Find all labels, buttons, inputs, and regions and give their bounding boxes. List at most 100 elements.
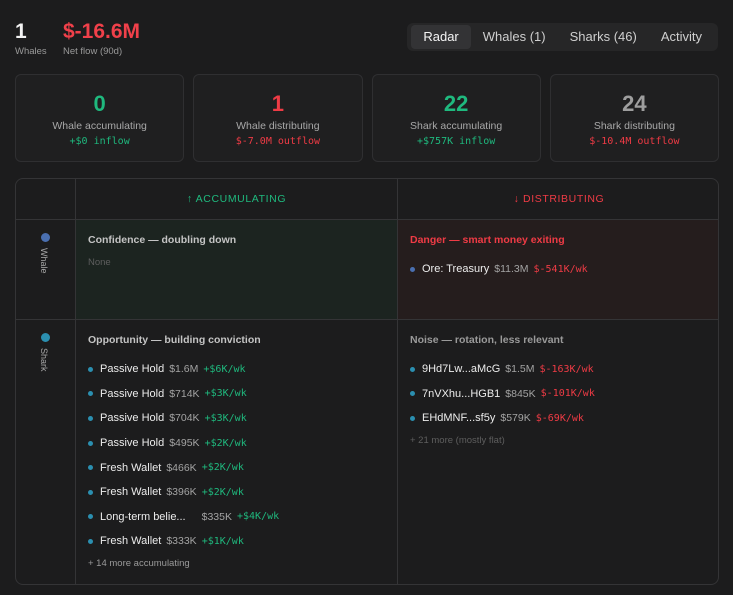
wallet-flow: $-101K/wk: [540, 388, 595, 400]
wallet-name: Passive Hold: [100, 363, 165, 376]
quadrant-shark-accumulating: Opportunity — building conviction Passiv…: [76, 320, 398, 584]
radar-matrix: ↑ ACCUMULATING ↓ DISTRIBUTING Whale Shar…: [15, 178, 719, 585]
more-link[interactable]: + 14 more accumulating: [88, 558, 385, 569]
wallet-flow: +$4K/wk: [236, 511, 280, 523]
card-sub: +$0 inflow: [69, 136, 130, 147]
bullet-icon: [88, 465, 93, 471]
bullet-icon: [88, 366, 93, 372]
bullet-icon: [88, 514, 93, 520]
wallet-name: Long-term belie...: [100, 510, 186, 523]
list-item[interactable]: EHdMNF...sf5y $579K $-69K/wk: [410, 406, 708, 431]
row-label-text: Shark: [39, 348, 49, 372]
wallet-amount: $335K: [201, 510, 232, 523]
empty-state: None: [88, 257, 111, 268]
wallet-name: Fresh Wallet: [100, 535, 162, 548]
card-title: Whale accumulating: [52, 120, 147, 132]
wallet-flow: +$2K/wk: [201, 462, 244, 474]
more-link[interactable]: + 21 more (mostly flat): [410, 435, 708, 446]
list-item[interactable]: Passive Hold $714K +$3K/wk: [88, 382, 385, 407]
net-flow-stat: $-16.6M Net flow (90d): [63, 20, 140, 57]
bullet-icon: [88, 489, 93, 495]
wallet-name: EHdMNF...sf5y: [422, 412, 496, 425]
wallet-amount: $396K: [166, 486, 197, 499]
wallet-flow: +$6K/wk: [203, 363, 246, 375]
wallet-amount: $466K: [166, 461, 197, 474]
list-item[interactable]: Ore: Treasury $11.3M $-541K/wk: [410, 257, 708, 282]
bullet-icon: [410, 366, 415, 372]
card-value: 22: [443, 91, 469, 116]
whales-count: 1: [15, 20, 27, 43]
tab-whales[interactable]: Whales (1): [471, 25, 558, 49]
list-item[interactable]: Passive Hold $1.6M +$6K/wk: [88, 357, 385, 382]
wallet-amount: $714K: [169, 387, 200, 400]
bullet-icon: [410, 391, 415, 397]
tab-radar[interactable]: Radar: [411, 25, 471, 49]
card-title: Whale distributing: [236, 120, 320, 132]
wallet-name: Fresh Wallet: [100, 486, 162, 499]
summary-header: 1 Whales $-16.6M Net flow (90d) Radar Wh…: [15, 20, 718, 64]
whale-dot-icon: [41, 233, 50, 242]
wallet-flow: $-163K/wk: [539, 363, 594, 375]
wallet-flow: $-541K/wk: [533, 263, 588, 275]
bullet-icon: [88, 538, 93, 544]
list-item[interactable]: 7nVXhu...HGB1 $845K $-101K/wk: [410, 382, 708, 407]
list-item[interactable]: Long-term belie... $335K +$4K/wk: [88, 505, 385, 530]
wallet-flow: +$2K/wk: [204, 437, 247, 449]
quadrant-title: Danger — smart money exiting: [410, 234, 565, 246]
net-flow-label: Net flow (90d): [63, 46, 123, 57]
quadrant-title: Noise — rotation, less relevant: [410, 334, 564, 346]
card-shark-distributing[interactable]: 24 Shark distributing $-10.4M outflow: [549, 74, 719, 162]
column-header-accumulating: ↑ ACCUMULATING: [76, 179, 398, 220]
wallet-name: Passive Hold: [100, 412, 165, 425]
wallet-name: 9Hd7Lw...aMcG: [422, 363, 501, 376]
list-item[interactable]: Fresh Wallet $333K +$1K/wk: [88, 529, 385, 554]
bullet-icon: [88, 391, 93, 397]
card-sub: $-10.4M outflow: [589, 136, 680, 147]
matrix-corner: [16, 179, 76, 220]
quadrant-shark-distributing: Noise — rotation, less relevant 9Hd7Lw..…: [398, 320, 718, 584]
row-label-text: Whale: [39, 248, 49, 274]
wallet-amount: $495K: [169, 437, 200, 450]
tab-activity[interactable]: Activity: [649, 25, 714, 49]
whales-label: Whales: [15, 46, 47, 57]
wallet-name: Fresh Wallet: [100, 461, 162, 474]
quadrant-whale-accumulating: Confidence — doubling down None: [76, 220, 398, 320]
view-tabs: Radar Whales (1) Sharks (46) Activity: [407, 23, 718, 51]
card-whale-distributing[interactable]: 1 Whale distributing $-7.0M outflow: [193, 74, 363, 162]
wallet-amount: $11.3M: [494, 263, 529, 276]
card-whale-accumulating[interactable]: 0 Whale accumulating +$0 inflow: [15, 74, 185, 162]
card-title: Shark distributing: [593, 120, 675, 132]
wallet-amount: $704K: [169, 412, 200, 425]
whales-stat: 1 Whales: [15, 20, 47, 57]
wallet-amount: $1.5M: [505, 363, 535, 376]
column-header-distributing: ↓ DISTRIBUTING: [398, 179, 718, 220]
list-item[interactable]: 9Hd7Lw...aMcG $1.5M $-163K/wk: [410, 357, 708, 382]
list-item[interactable]: Passive Hold $495K +$2K/wk: [88, 431, 385, 456]
wallet-name: 7nVXhu...HGB1: [422, 387, 501, 400]
bullet-icon: [88, 415, 93, 421]
bullet-icon: [410, 415, 415, 421]
card-sub: +$757K inflow: [416, 136, 496, 147]
wallet-flow: +$3K/wk: [204, 388, 247, 400]
card-value: 24: [622, 91, 647, 116]
list-item[interactable]: Fresh Wallet $396K +$2K/wk: [88, 480, 385, 505]
wallet-name: Passive Hold: [100, 387, 165, 400]
row-label-whale: Whale: [16, 220, 76, 320]
card-value: 1: [271, 91, 284, 116]
summary-cards: 0 Whale accumulating +$0 inflow 1 Whale …: [15, 74, 719, 162]
wallet-amount: $845K: [505, 387, 536, 400]
quadrant-whale-distributing: Danger — smart money exiting Ore: Treasu…: [398, 220, 718, 320]
card-shark-accumulating[interactable]: 22 Shark accumulating +$757K inflow: [371, 74, 541, 162]
tab-sharks[interactable]: Sharks (46): [558, 25, 649, 49]
net-flow-value: $-16.6M: [63, 20, 141, 43]
card-sub: $-7.0M outflow: [235, 136, 321, 147]
row-label-shark: Shark: [16, 320, 76, 584]
shark-dot-icon: [41, 333, 50, 342]
card-title: Shark accumulating: [410, 120, 503, 132]
wallet-flow: +$1K/wk: [201, 535, 244, 547]
quadrant-title: Opportunity — building conviction: [88, 334, 261, 346]
list-item[interactable]: Fresh Wallet $466K +$2K/wk: [88, 455, 385, 480]
list-item[interactable]: Passive Hold $704K +$3K/wk: [88, 406, 385, 431]
wallet-flow: $-69K/wk: [535, 412, 584, 424]
wallet-name: Ore: Treasury: [422, 263, 490, 276]
